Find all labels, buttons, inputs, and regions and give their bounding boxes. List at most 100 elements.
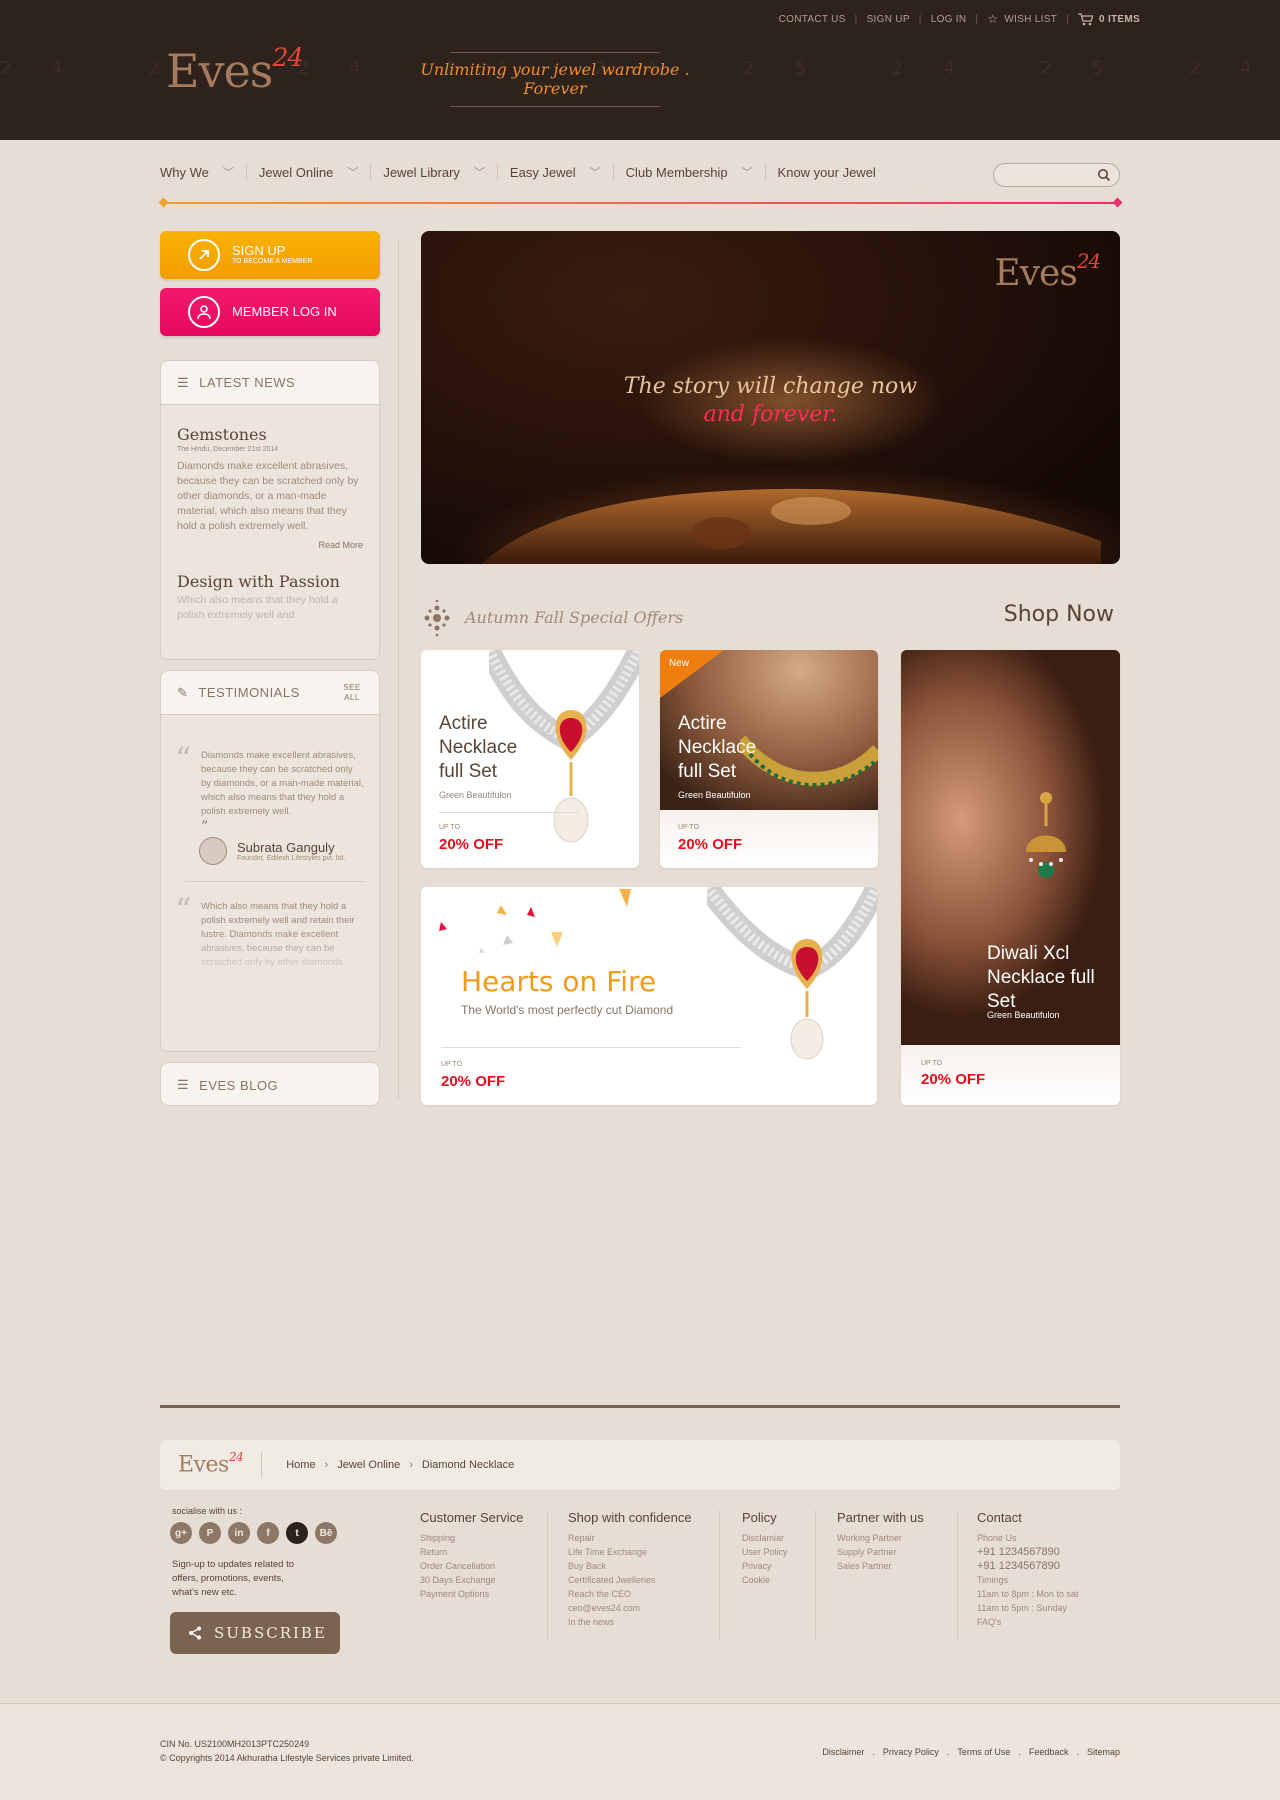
nav-label: Why We (160, 164, 209, 180)
subscribe-button[interactable]: SUBSCRIBE (170, 1612, 340, 1654)
footer-link[interactable]: Disclamiar (742, 1531, 788, 1545)
upto-label: UP TO (678, 824, 700, 831)
footer-link[interactable]: Reach the CEO (568, 1587, 692, 1601)
nav-divider (764, 164, 766, 180)
upto-label: UP TO (439, 824, 461, 831)
footer-link[interactable]: Buy Back (568, 1559, 692, 1573)
discount-label: 20% OFF (921, 1071, 986, 1088)
footer-link[interactable]: Order Cancellation (420, 1559, 523, 1573)
google-plus-icon[interactable]: g+ (170, 1522, 192, 1544)
breadcrumb-jewel-online[interactable]: Jewel Online (337, 1459, 400, 1471)
logo-text: Eves (994, 253, 1077, 294)
footer-link[interactable]: Repair (568, 1531, 692, 1545)
terms-of-use-link[interactable]: Terms of Use (957, 1747, 1010, 1757)
footer-logo[interactable]: Eves24 (178, 1449, 263, 1478)
linkedin-icon[interactable]: in (228, 1522, 250, 1544)
signup-button[interactable]: SIGN UP TO BECOME A MEMBER (160, 231, 380, 279)
news-title[interactable]: Gemstones (177, 425, 363, 444)
read-more-link[interactable]: Read More (177, 540, 363, 550)
sitemap-link[interactable]: Sitemap (1087, 1747, 1120, 1757)
footer-link[interactable]: Shipping (420, 1531, 523, 1545)
necklace-image (707, 887, 877, 1060)
nav-item-club-membership[interactable]: Club Membership ﹀ (626, 164, 778, 180)
member-login-button[interactable]: MEMBER LOG IN (160, 288, 380, 336)
footer-col-policy: Policy Disclamiar User Policy Privacy Co… (742, 1510, 788, 1587)
logo-sup: 24 (1076, 250, 1101, 274)
copyright: © Copyrights 2014 Akhuratha Lifestyle Se… (160, 1753, 414, 1763)
nav-item-why-we[interactable]: Why We ﹀ (160, 164, 259, 180)
panel-title: LATEST NEWS (199, 375, 296, 390)
discount-label: 20% OFF (441, 1073, 506, 1090)
faq-link[interactable]: FAQ's (977, 1615, 1078, 1629)
nav-label: Jewel Online (258, 164, 334, 180)
footer-link[interactable]: Certificated Jwelleries (568, 1573, 692, 1587)
footer-link[interactable]: ceo@eves24.com (568, 1601, 692, 1615)
signup-text: SIGN UP TO BECOME A MEMBER (232, 243, 313, 266)
offer-card[interactable]: Hearts on Fire The World's most perfectl… (421, 887, 877, 1105)
footer-link[interactable]: Return (420, 1545, 523, 1559)
legal-text: CIN No. US2100MH2013PTC250249 © Copyrigh… (160, 1737, 414, 1765)
hero-banner[interactable]: Eves24 The story will change now and for… (421, 231, 1120, 564)
logo-sup: 24 (228, 1449, 244, 1464)
author-name: Subrata Ganguly (237, 840, 335, 855)
footer-link[interactable]: Privacy (742, 1559, 788, 1573)
hero-line-1: The story will change now (623, 374, 918, 399)
news-title[interactable]: Design with Passion (177, 572, 363, 591)
phone-number[interactable]: +91 1234567890 (977, 1545, 1078, 1559)
contact-us-link[interactable]: CONTACT US (779, 14, 846, 25)
hero-line-2: and forever. (703, 402, 838, 427)
sign-up-link[interactable]: SIGN UP (867, 14, 910, 25)
pinterest-icon[interactable]: P (199, 1522, 221, 1544)
shop-now-link[interactable]: Shop Now (1004, 602, 1114, 627)
signup-sub: TO BECOME A MEMBER (232, 258, 313, 266)
search-icon[interactable] (1097, 168, 1111, 182)
eves-blog-panel[interactable]: ☰ EVES BLOG (160, 1062, 380, 1106)
timing-text: 11am to 8pm : Mon to sat (977, 1589, 1079, 1599)
behance-icon[interactable]: Bē (315, 1522, 337, 1544)
footer-divider (547, 1510, 548, 1640)
share-icon (189, 1626, 201, 1640)
footer-link[interactable]: User Policy (742, 1545, 788, 1559)
facebook-icon[interactable]: f (257, 1522, 279, 1544)
chevron-right-icon: › (409, 1459, 413, 1471)
footer-link[interactable]: Life Time Exchange (568, 1545, 692, 1559)
wish-list-link[interactable]: ☆ WISH LIST (987, 12, 1057, 26)
nav-item-jewel-library[interactable]: Jewel Library ﹀ (383, 164, 510, 180)
breadcrumb-home[interactable]: Home (286, 1459, 315, 1471)
arrow-icon (188, 239, 220, 271)
footer-link[interactable]: Cookie (742, 1573, 788, 1587)
upto-label: UP TO (441, 1061, 463, 1068)
twitter-icon[interactable]: t (286, 1522, 308, 1544)
disclaimer-link[interactable]: Disclaimer (822, 1747, 864, 1757)
offer-card[interactable]: Actire Necklace full Set Green Beautiful… (421, 650, 639, 868)
footer-link[interactable]: Working Partner (837, 1531, 924, 1545)
cart-link[interactable]: 0 ITEMS (1078, 12, 1140, 26)
search-input[interactable] (1002, 165, 1092, 187)
footer-link[interactable]: Supply Partner (837, 1545, 924, 1559)
feedback-link[interactable]: Feedback (1029, 1747, 1069, 1757)
tagline-rule (450, 106, 660, 107)
offer-card[interactable]: Diwali Xcl Necklace full Set Green Beaut… (901, 650, 1120, 1105)
footer-link[interactable]: Sales Partner (837, 1559, 924, 1573)
nav-item-easy-jewel[interactable]: Easy Jewel ﹀ (510, 164, 626, 180)
log-in-link[interactable]: LOG IN (931, 14, 967, 25)
footer-link[interactable]: Payment Options (420, 1587, 523, 1601)
nav-label: Easy Jewel (509, 164, 576, 180)
site-logo[interactable]: Eves24 (166, 43, 304, 98)
footer-col-shop-with-confidence: Shop with confidence Repair Life Time Ex… (568, 1510, 692, 1629)
news-body: Which also means that they hold a polish… (177, 594, 338, 621)
privacy-policy-link[interactable]: Privacy Policy (883, 1747, 939, 1757)
footer-link[interactable]: 30 Days Exchange (420, 1573, 523, 1587)
offer-card[interactable]: New Actire Necklace full Set Green Beaut… (660, 650, 878, 868)
footer-col-partner: Partner with us Working Partner Supply P… (837, 1510, 924, 1573)
edit-icon: ✎ (177, 684, 189, 700)
see-all-link[interactable]: SEE ALL (341, 683, 363, 703)
phone-number[interactable]: +91 1234567890 (977, 1559, 1078, 1573)
footer-link[interactable]: In the news (568, 1615, 692, 1629)
nav-item-jewel-online[interactable]: Jewel Online ﹀ (259, 164, 383, 180)
nav-item-know-your-jewel[interactable]: Know your Jewel (778, 165, 876, 180)
social-icons: g+ P in f t Bē (170, 1522, 344, 1544)
upto-label: UP TO (921, 1060, 943, 1067)
signup-label: SIGN UP (232, 243, 286, 258)
logo-text: Eves (166, 44, 273, 98)
